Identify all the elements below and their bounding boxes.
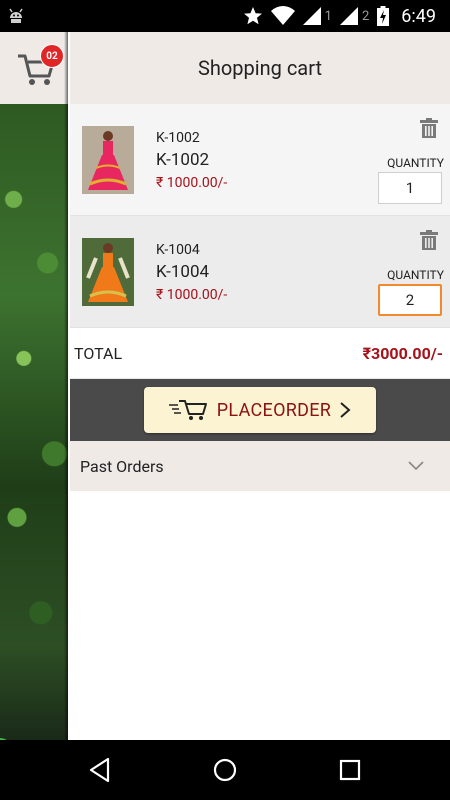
product-name: K-1002 — [156, 150, 210, 170]
cart-item: K-1002 K-1002 ₹ 1000.00/- QUANTITY 1 — [70, 104, 450, 216]
rupee-symbol: ₹ — [156, 175, 164, 191]
page-title: Shopping cart — [197, 56, 322, 80]
drawer-shadow — [64, 32, 68, 740]
sim1-label: 1 — [324, 8, 332, 24]
product-thumbnail[interactable] — [82, 238, 134, 306]
price-value: 1000.00/- — [166, 175, 228, 191]
total-amount: ₹3000.00/- — [363, 344, 443, 363]
sim2-label: 2 — [361, 8, 370, 24]
quantity-input[interactable]: 2 — [378, 284, 442, 316]
place-order-button[interactable]: PLACEORDER — [144, 387, 376, 433]
chevron-right-icon — [340, 402, 351, 418]
product-price: ₹ 1000.00/- — [156, 175, 227, 191]
total-value: 3000.00/- — [371, 343, 443, 363]
cart-shortcut[interactable]: 02 — [0, 32, 68, 104]
signal-sim2-icon — [339, 7, 358, 25]
place-order-bar: PLACEORDER — [70, 379, 450, 441]
past-orders-label: Past Orders — [80, 456, 164, 476]
background-image — [0, 104, 68, 740]
star-icon — [243, 7, 262, 25]
place-order-label: PLACEORDER — [216, 399, 332, 421]
navigation-bar — [0, 740, 450, 800]
clock: 6:49 — [401, 5, 436, 27]
quantity-input[interactable]: 1 — [378, 172, 442, 204]
price-value: 1000.00/- — [166, 287, 228, 303]
quantity-label: QUANTITY — [387, 156, 444, 170]
background-page: 02 — [0, 32, 68, 740]
product-thumbnail[interactable] — [82, 126, 134, 194]
rupee-symbol: ₹ — [156, 287, 164, 303]
cart-header: Shopping cart — [70, 32, 450, 104]
status-bar: 1 2 6:49 — [0, 0, 450, 32]
quantity-label: QUANTITY — [387, 268, 444, 282]
battery-charging-icon — [377, 6, 390, 26]
home-icon[interactable] — [212, 757, 238, 783]
product-code: K-1004 — [156, 242, 200, 258]
cart-count-badge: 02 — [40, 44, 64, 68]
rupee-symbol: ₹ — [362, 343, 372, 363]
past-orders-toggle[interactable]: Past Orders — [70, 441, 450, 491]
wifi-icon — [270, 6, 295, 26]
product-code: K-1002 — [156, 130, 200, 146]
android-debug-icon — [9, 8, 23, 23]
total-row: TOTAL ₹3000.00/- — [70, 328, 450, 379]
product-name: K-1004 — [156, 262, 210, 282]
product-price: ₹ 1000.00/- — [156, 287, 227, 303]
cart-item: K-1004 K-1004 ₹ 1000.00/- QUANTITY 2 — [70, 216, 450, 328]
delete-icon[interactable] — [420, 118, 438, 138]
back-icon[interactable] — [87, 757, 113, 783]
shopping-cart-drawer: Shopping cart K-1002 K-1002 ₹ 1000.00/- … — [70, 32, 450, 740]
fast-cart-icon — [168, 400, 207, 420]
signal-sim1-icon — [302, 7, 321, 25]
delete-icon[interactable] — [420, 230, 438, 250]
chevron-down-icon — [408, 461, 424, 471]
recents-icon[interactable] — [337, 757, 363, 783]
total-label: TOTAL — [74, 343, 123, 363]
